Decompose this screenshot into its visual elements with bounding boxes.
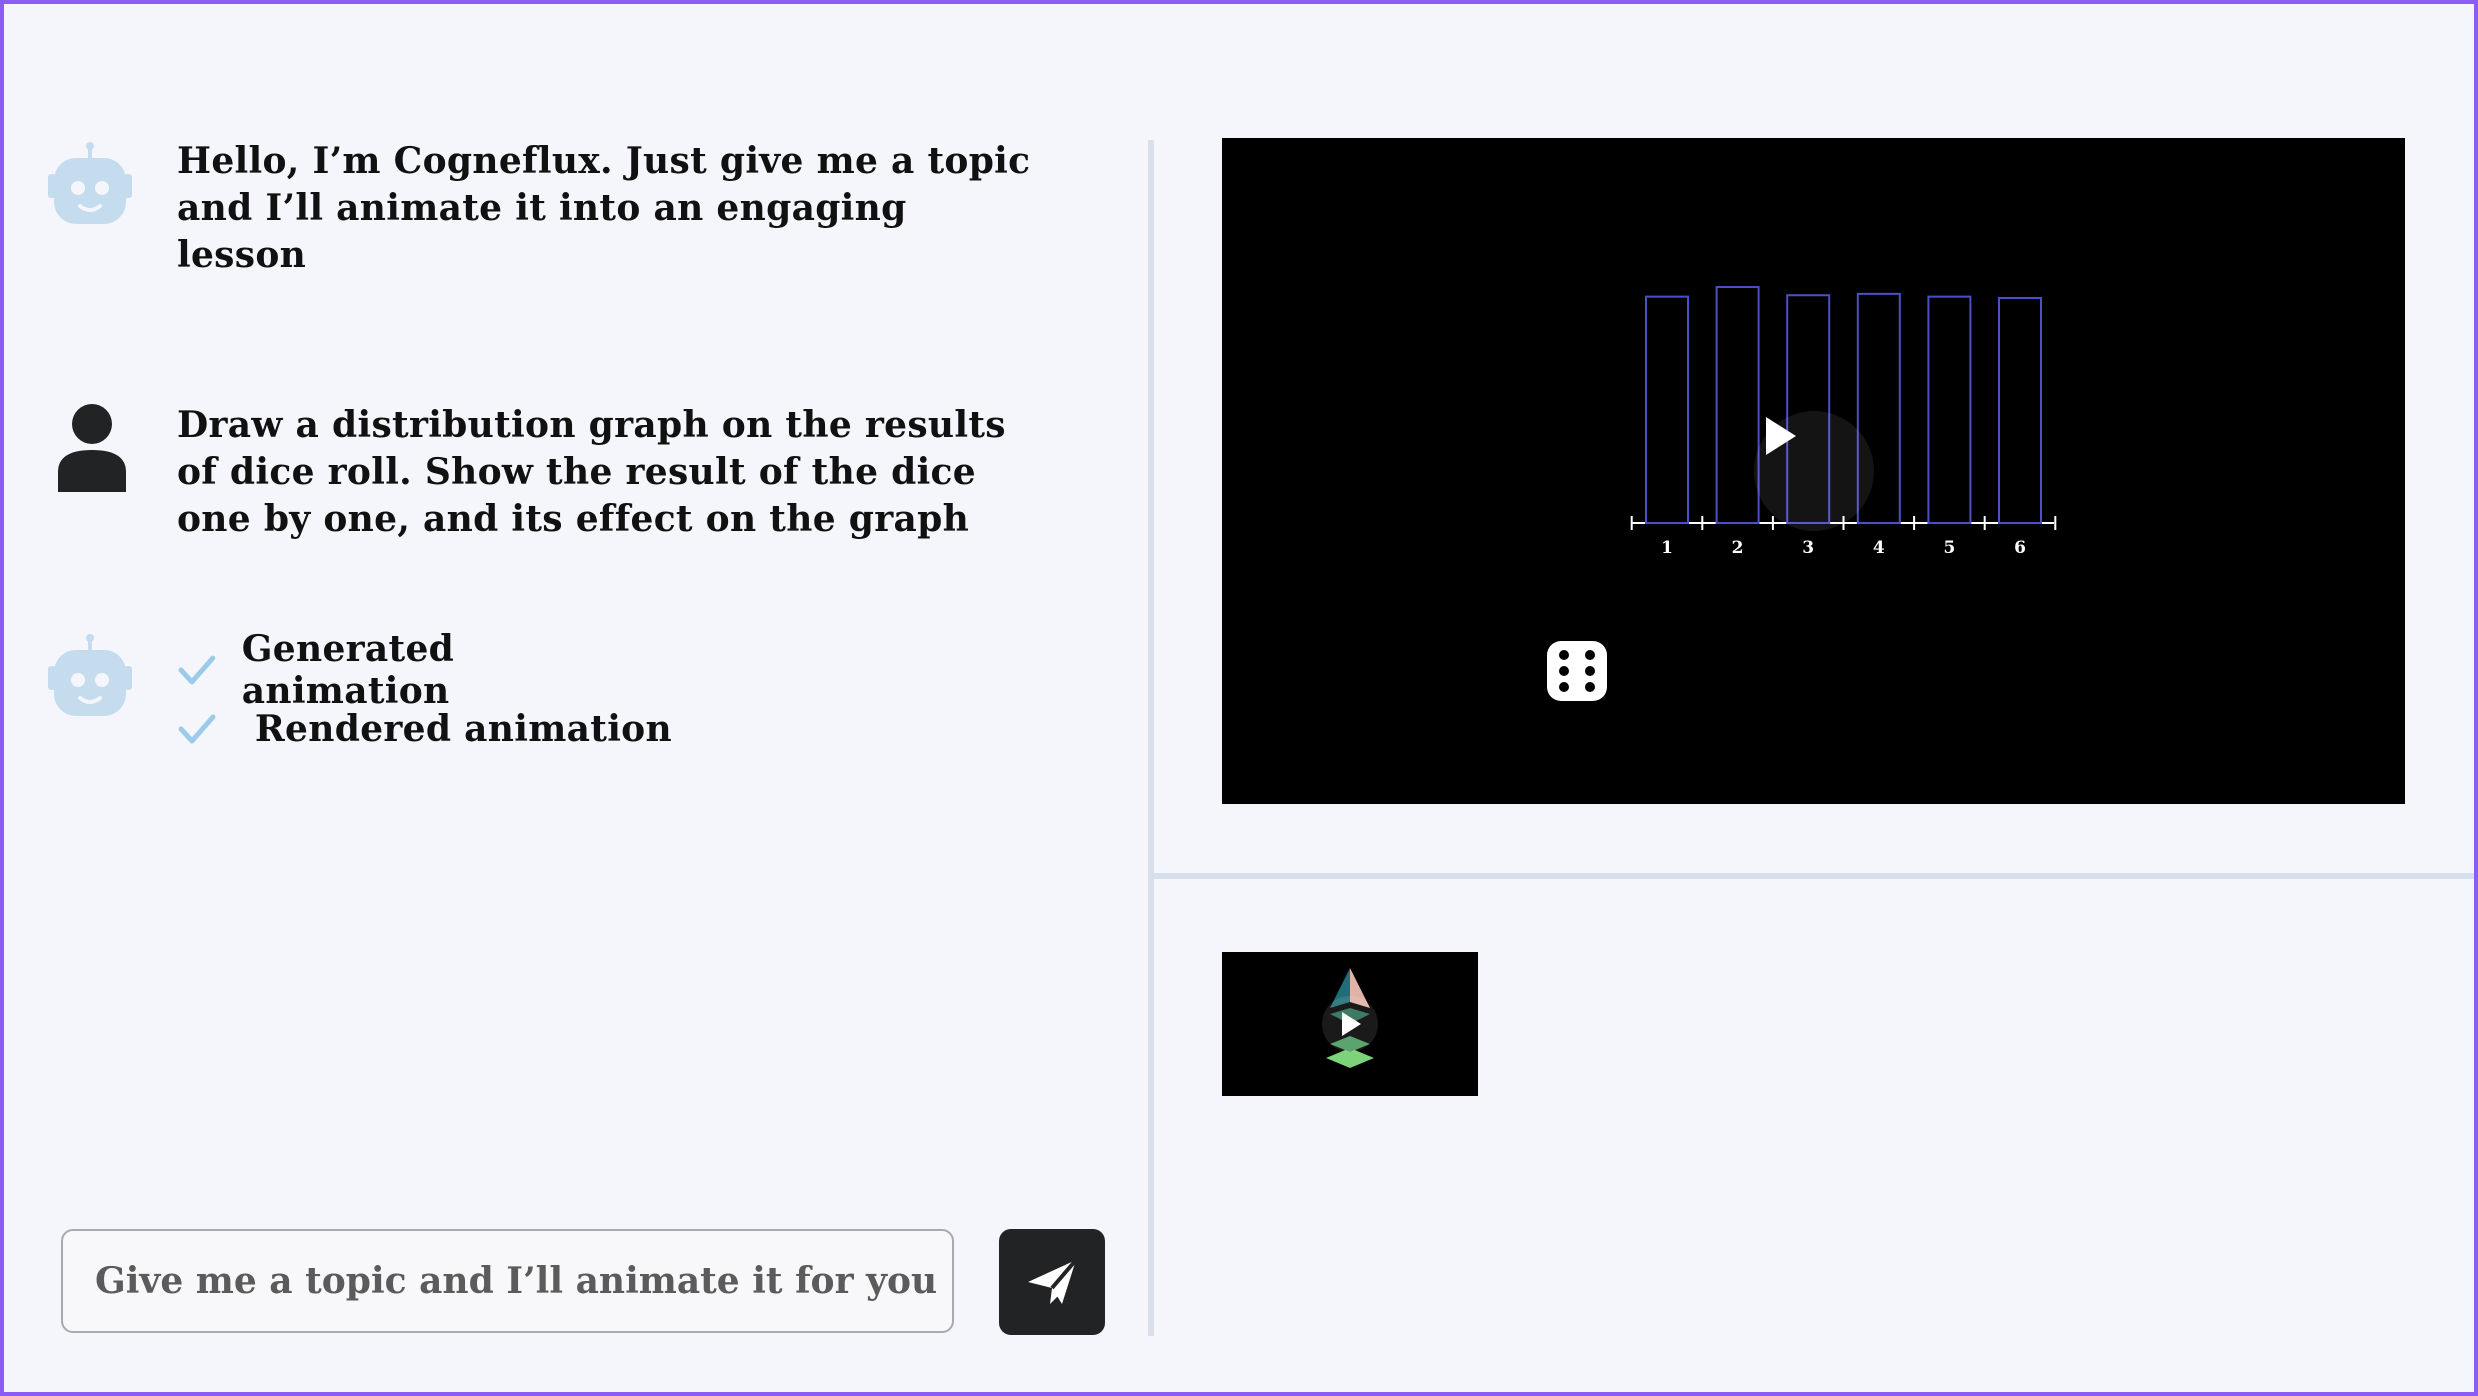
bot-message-text: Hello, I’m Cogneflux. Just give me a top…	[177, 140, 1031, 276]
x-tick-label: 5	[1943, 538, 1955, 558]
bar-5	[1927, 295, 1972, 524]
x-tick-label: 4	[1873, 538, 1885, 558]
play-icon	[1342, 1012, 1361, 1036]
progress-steps: Generated animation Rendered animation	[177, 628, 672, 758]
user-message: Draw a distribution graph on the results…	[40, 402, 1006, 540]
play-icon	[1766, 417, 1796, 455]
section-divider	[1154, 873, 2478, 879]
bot-status-message: Generated animation Rendered animation	[40, 628, 672, 750]
checkmark-icon	[178, 655, 216, 684]
robot-icon	[48, 634, 132, 716]
bar-2	[1715, 286, 1760, 524]
topic-input[interactable]	[93, 1259, 952, 1303]
step-rendered: Rendered animation	[177, 699, 672, 758]
panel-divider[interactable]	[1148, 140, 1154, 1336]
dice-icon	[1546, 640, 1608, 702]
send-icon	[1028, 1258, 1078, 1304]
bar-1	[1645, 295, 1689, 524]
play-button[interactable]	[1754, 411, 1874, 531]
video-thumbnail[interactable]	[1222, 952, 1478, 1096]
x-tick-label: 3	[1802, 538, 1814, 558]
step-label: Generated animation	[241, 627, 455, 712]
x-tick-label: 2	[1732, 538, 1744, 558]
checkmark-icon	[178, 714, 216, 743]
video-player[interactable]: 1 2 3 4 5 6	[1222, 138, 2405, 804]
robot-icon	[48, 142, 132, 224]
topic-input-container[interactable]	[61, 1229, 954, 1333]
step-label: Rendered animation	[242, 707, 672, 750]
step-generated: Generated animation	[177, 628, 672, 712]
x-tick-label: 1	[1661, 538, 1673, 558]
chat-panel: Hello, I’m Cogneflux. Just give me a top…	[0, 0, 1150, 1396]
send-button[interactable]	[999, 1229, 1105, 1335]
user-icon	[58, 404, 126, 492]
user-message-text: Draw a distribution graph on the results…	[177, 404, 1006, 540]
thumbnail-play-button[interactable]	[1322, 996, 1378, 1052]
bar-6	[1998, 296, 2042, 524]
x-tick-label: 6	[2014, 538, 2026, 558]
bot-message: Hello, I’m Cogneflux. Just give me a top…	[40, 138, 1030, 276]
